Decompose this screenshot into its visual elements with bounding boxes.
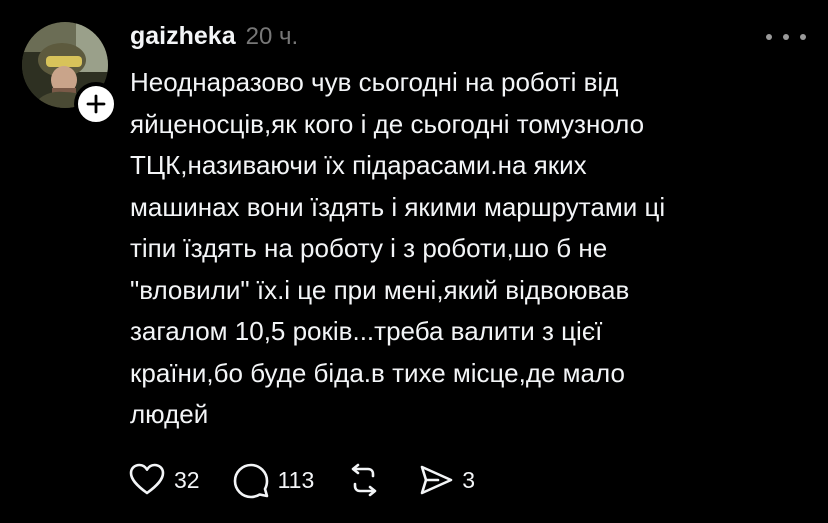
more-icon-dot — [800, 34, 806, 40]
share-count: 3 — [462, 466, 476, 493]
reply-button[interactable]: 113 — [232, 461, 315, 499]
comment-icon — [233, 463, 268, 499]
thread-post: gaizheka 20 ч. Неоднаразово чув сьогодні… — [0, 0, 828, 523]
post-text: Неоднаразово чув сьогодні на роботі від … — [130, 67, 666, 429]
heart-icon — [129, 463, 165, 495]
avatar-container[interactable] — [22, 22, 118, 126]
more-icon-dot — [783, 34, 789, 40]
timestamp[interactable]: 20 ч. — [246, 23, 299, 51]
more-button[interactable] — [766, 26, 806, 48]
like-button[interactable]: 32 — [128, 461, 200, 499]
like-count: 32 — [174, 466, 200, 493]
reply-count: 113 — [277, 466, 315, 493]
share-button[interactable]: 3 — [418, 462, 475, 498]
send-icon — [420, 465, 453, 495]
repost-icon — [351, 463, 377, 497]
username[interactable]: gaizheka — [130, 22, 236, 51]
plus-icon — [86, 94, 106, 114]
follow-button[interactable] — [74, 82, 118, 126]
repost-button[interactable] — [346, 462, 382, 498]
action-bar: 32 113 3 — [128, 458, 507, 502]
post-header: gaizheka 20 ч. — [130, 22, 298, 56]
more-icon-dot — [766, 34, 772, 40]
